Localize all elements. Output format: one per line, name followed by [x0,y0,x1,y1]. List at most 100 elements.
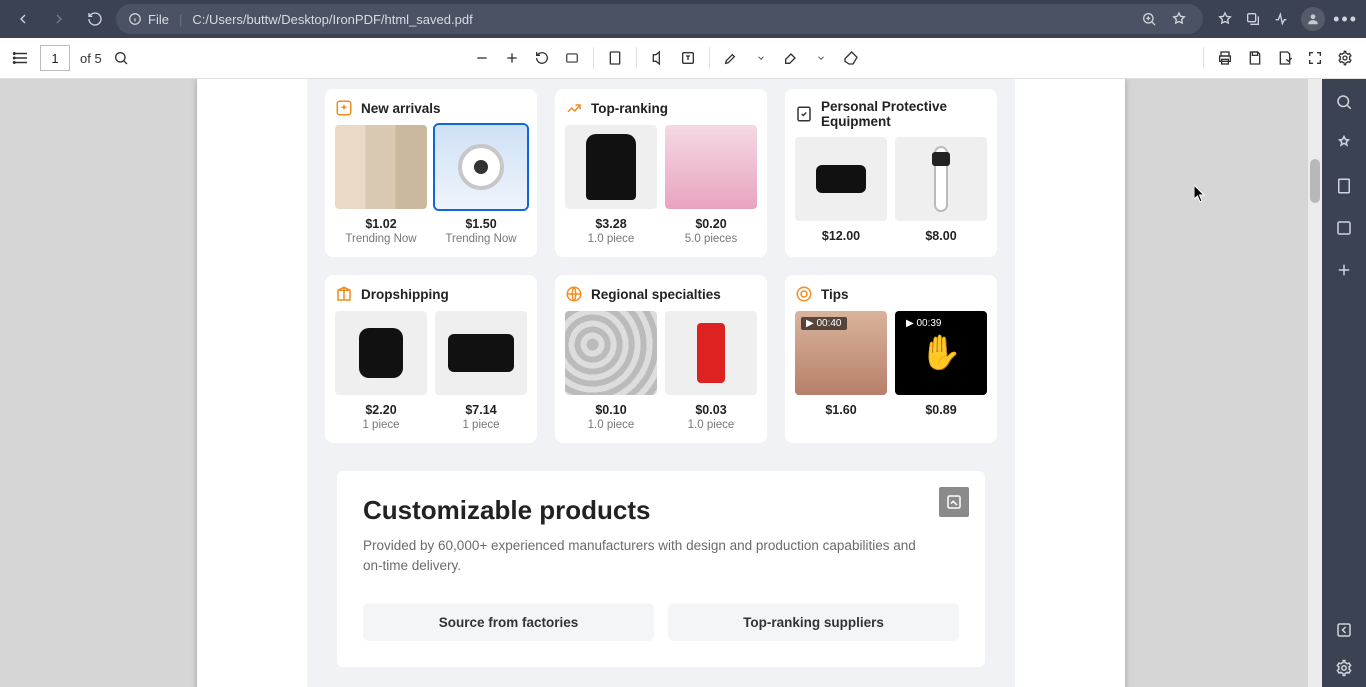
draw-icon[interactable] [722,49,740,67]
favorites-hub-icon[interactable] [1217,11,1237,27]
product-card: Top-ranking $3.28 1.0 piece $0.20 5.0 pieces [555,89,767,257]
product-item[interactable]: $1.50Trending Now [435,125,527,245]
erase-icon[interactable] [842,49,860,67]
chevron-down-icon[interactable] [752,49,770,67]
product-item[interactable]: $3.28 1.0 piece [565,125,657,245]
rail-book-icon[interactable] [1335,177,1353,195]
contents-toggle-icon[interactable] [12,49,30,67]
product-item[interactable]: $2.20 1 piece [335,311,427,431]
rail-collapse-icon[interactable] [1335,621,1353,639]
card-header[interactable]: Top-ranking [565,99,757,117]
product-item[interactable]: $0.03 1.0 piece [665,311,757,431]
site-info-icon[interactable]: File [128,12,169,27]
product-thumbnail[interactable] [565,125,657,209]
product-subtext: 1 piece [362,419,399,431]
url-path: C:/Users/buttw/Desktop/IronPDF/html_save… [192,12,1131,27]
product-item[interactable]: $8.00 [895,137,987,243]
forward-button[interactable] [44,4,74,34]
product-item[interactable]: $0.20 5.0 pieces [665,125,757,245]
rail-tools-icon[interactable] [1335,135,1353,153]
zoom-out-icon[interactable] [473,49,491,67]
address-bar[interactable]: File | C:/Users/buttw/Desktop/IronPDF/ht… [116,4,1203,34]
product-price: $0.89 [925,403,956,417]
rail-add-icon[interactable] [1335,261,1353,279]
product-price: $0.20 [695,217,726,231]
product-subtext: Trending Now [345,233,416,245]
url-separator: | [179,12,182,27]
product-subtext: 1.0 piece [688,419,735,431]
product-price: $8.00 [925,229,956,243]
product-item[interactable]: ▶ 00:40$1.60 [795,311,887,417]
product-item[interactable]: $7.141 piece [435,311,527,431]
globe-icon [565,285,583,303]
rail-search-icon[interactable] [1335,93,1353,111]
product-thumbnail[interactable] [335,311,427,395]
card-header[interactable]: Dropshipping [335,285,527,303]
card-title: Tips [821,287,849,302]
card-header[interactable]: New arrivals [335,99,527,117]
video-duration-badge: ▶ 00:39 [901,317,947,330]
profile-avatar[interactable] [1301,7,1325,31]
page-total-label: of 5 [80,51,102,66]
product-price: $2.20 [365,403,396,417]
fullscreen-icon[interactable] [1306,49,1324,67]
print-icon[interactable] [1216,49,1234,67]
toolbar-divider [709,47,710,69]
product-subtext: 1.0 piece [588,419,635,431]
product-thumbnail[interactable] [435,125,527,209]
video-duration-badge: ▶ 00:40 [801,317,847,330]
zoom-indicator-icon[interactable] [1141,11,1161,27]
scheme-label: File [148,12,169,27]
back-button[interactable] [8,4,38,34]
card-title: Personal Protective Equipment [821,99,987,129]
performance-icon[interactable] [1273,11,1293,27]
product-thumbnail[interactable] [565,311,657,395]
product-price: $0.03 [695,403,726,417]
product-item[interactable]: ✋▶ 00:39 $0.89 [895,311,987,417]
save-as-icon[interactable] [1276,49,1294,67]
read-aloud-icon[interactable] [649,49,667,67]
product-subtext: 1.0 piece [588,233,635,245]
product-item[interactable]: $12.00 [795,137,887,243]
product-thumbnail[interactable] [435,311,527,395]
fit-width-icon[interactable] [563,49,581,67]
product-subtext: 1 piece [462,419,499,431]
card-header[interactable]: Personal Protective Equipment [795,99,987,129]
custom-description: Provided by 60,000+ experienced manufact… [363,536,923,575]
zoom-in-icon[interactable] [503,49,521,67]
product-card: Regional specialties $0.101.0 piece $0.03 1… [555,275,767,443]
search-icon[interactable] [112,49,130,67]
save-icon[interactable] [1246,49,1264,67]
scrollbar-thumb[interactable] [1310,159,1320,203]
chevron-down-icon[interactable] [812,49,830,67]
product-item[interactable]: $1.02Trending Now [335,125,427,245]
product-thumbnail[interactable] [665,311,757,395]
text-tool-icon[interactable] [679,49,697,67]
product-price: $3.28 [595,217,626,231]
pdf-settings-icon[interactable] [1336,49,1354,67]
rail-office-icon[interactable] [1335,219,1353,237]
tab-top-suppliers[interactable]: Top-ranking suppliers [668,603,959,641]
more-menu-icon[interactable]: ••• [1333,9,1358,30]
rail-settings-icon[interactable] [1335,659,1353,677]
product-thumbnail[interactable] [895,137,987,221]
product-thumbnail[interactable] [665,125,757,209]
tab-source-factories[interactable]: Source from factories [363,603,654,641]
refresh-button[interactable] [80,4,110,34]
product-thumbnail[interactable]: ▶ 00:40 [795,311,887,395]
product-thumbnail[interactable] [795,137,887,221]
product-item[interactable]: $0.101.0 piece [565,311,657,431]
card-header[interactable]: Regional specialties [565,285,757,303]
toolbar-divider [593,47,594,69]
card-header[interactable]: Tips [795,285,987,303]
page-view-icon[interactable] [606,49,624,67]
product-subtext: 5.0 pieces [685,233,737,245]
viewer-scrollbar[interactable] [1308,79,1322,687]
highlight-icon[interactable] [782,49,800,67]
product-thumbnail[interactable] [335,125,427,209]
collections-icon[interactable] [1245,11,1265,27]
page-number-input[interactable] [40,45,70,71]
rotate-icon[interactable] [533,49,551,67]
favorite-star-icon[interactable] [1171,11,1191,27]
product-thumbnail[interactable]: ✋▶ 00:39 [895,311,987,395]
